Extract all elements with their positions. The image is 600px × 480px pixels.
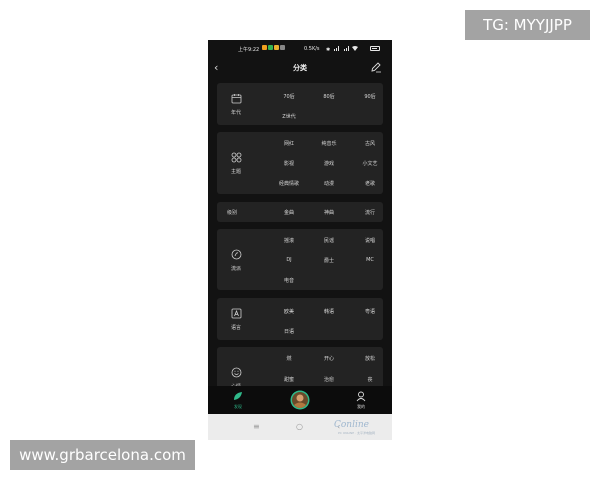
- option-mood-2[interactable]: 开心: [309, 355, 349, 362]
- card-label-theme: 主题: [230, 169, 241, 175]
- watermark-top-right: TG: MYYJJPP: [465, 10, 590, 40]
- option-mood-3[interactable]: 放松: [350, 355, 390, 362]
- option-mood-6[interactable]: 丧: [350, 376, 390, 383]
- home-nav-icon[interactable]: ○: [296, 422, 303, 431]
- card-header-genre: 流派: [217, 229, 255, 290]
- option-mood-4[interactable]: 甜蜜: [269, 376, 309, 383]
- option-theme-8[interactable]: 动漫: [309, 180, 349, 187]
- category-card-level: 级别 金曲 神曲 流行: [217, 202, 383, 222]
- language-icon: [231, 308, 242, 319]
- category-card-mood: 心情 燃 开心 放松 甜蜜 治愈 丧: [217, 347, 383, 386]
- option-era-1[interactable]: 70后: [269, 93, 309, 100]
- category-card-genre: 流派 摇滚 民谣 说唱 DJ 爵士 MC 电音: [217, 229, 383, 290]
- category-card-theme: 主题 网红 纯音乐 古风 影视 游戏 小文艺 经典情歌 动漫 老歌: [217, 132, 383, 194]
- back-chevron-icon[interactable]: ‹: [214, 61, 224, 75]
- network-speed: 0.5K/s: [304, 46, 320, 52]
- option-level-3[interactable]: 流行: [350, 209, 390, 216]
- option-genre-3[interactable]: 说唱: [350, 237, 390, 244]
- tab-label-mine: 我的: [357, 404, 365, 409]
- option-theme-4[interactable]: 影视: [269, 160, 309, 167]
- option-era-4[interactable]: Z世代: [269, 113, 309, 120]
- phone-screen: 上午9:22 0.5K/s ✱ ‹ 分类 年代 70后 80后 90后 Z世代 …: [208, 40, 392, 440]
- option-language-2[interactable]: 韩语: [309, 308, 349, 315]
- bottom-tab-bar: 发现 我的: [208, 386, 392, 414]
- option-theme-9[interactable]: 老歌: [350, 180, 390, 187]
- signal-wifi-icons: ✱: [326, 46, 358, 52]
- calendar-icon: [231, 94, 242, 104]
- option-genre-7[interactable]: 电音: [269, 277, 309, 284]
- now-playing-button[interactable]: [280, 386, 320, 414]
- card-header-mood: 心情: [217, 347, 255, 386]
- screenshot-canvas: TG: MYYJJPP 上午9:22 0.5K/s ✱ ‹ 分类 年代 70后 …: [0, 0, 600, 480]
- card-label-genre: 流派: [230, 266, 241, 272]
- option-mood-1[interactable]: 燃: [269, 355, 309, 362]
- option-language-1[interactable]: 欧美: [269, 308, 309, 315]
- status-bar: 上午9:22 0.5K/s ✱: [208, 40, 392, 58]
- card-header-theme: 主题: [217, 132, 255, 194]
- smiley-icon: [231, 367, 242, 378]
- app-notification-icon: [262, 45, 267, 50]
- discover-leaf-icon: [234, 392, 242, 400]
- category-card-language: 语言 欧美 韩语 粤语 日语: [217, 298, 383, 340]
- option-era-2[interactable]: 80后: [309, 93, 349, 100]
- option-genre-1[interactable]: 摇滚: [269, 237, 309, 244]
- option-language-4[interactable]: 日语: [269, 328, 309, 335]
- edit-pencil-icon[interactable]: [370, 61, 382, 73]
- option-theme-3[interactable]: 古风: [350, 140, 390, 147]
- option-theme-1[interactable]: 网红: [269, 140, 309, 147]
- card-label-era: 年代: [230, 110, 241, 116]
- option-genre-4[interactable]: DJ: [269, 257, 309, 263]
- option-era-3[interactable]: 90后: [350, 93, 390, 100]
- page-title: 分类: [293, 64, 307, 72]
- pconline-watermark-logo: Conline: [334, 420, 369, 430]
- user-profile-icon: [356, 391, 366, 402]
- option-genre-6[interactable]: MC: [350, 257, 390, 263]
- option-theme-7[interactable]: 经典情歌: [269, 180, 309, 187]
- option-theme-6[interactable]: 小文艺: [350, 160, 390, 167]
- option-mood-5[interactable]: 治愈: [309, 376, 349, 383]
- tab-discover[interactable]: 发现: [218, 386, 258, 414]
- card-label-language: 语言: [230, 325, 241, 331]
- category-list: 年代 70后 80后 90后 Z世代 主题 网红 纯音乐 古风 影视 游戏 小文…: [208, 80, 392, 386]
- card-header-era: 年代: [217, 83, 255, 125]
- option-theme-2[interactable]: 纯音乐: [309, 140, 349, 147]
- notification-icons: [262, 45, 285, 50]
- genre-disc-icon: [231, 249, 242, 260]
- wechat-notification-icon: [268, 45, 273, 50]
- option-language-3[interactable]: 粤语: [350, 308, 390, 315]
- battery-icon: [370, 46, 380, 51]
- tab-mine[interactable]: 我的: [341, 386, 381, 414]
- top-nav-bar: ‹ 分类: [208, 58, 392, 80]
- svg-text:✱: ✱: [326, 47, 331, 52]
- app-notification-icon: [274, 45, 279, 50]
- system-navigation-bar: ≡ ○ ‹ Conline PC ONLINE · 太平洋电脑网: [208, 414, 392, 440]
- option-level-2[interactable]: 神曲: [309, 209, 349, 216]
- option-level-1[interactable]: 金曲: [269, 209, 309, 216]
- card-label-level: 级别: [227, 210, 238, 216]
- pconline-watermark-subtitle: PC ONLINE · 太平洋电脑网: [338, 431, 376, 435]
- status-time: 上午9:22: [238, 47, 260, 53]
- tab-label-discover: 发现: [234, 404, 242, 409]
- option-genre-2[interactable]: 民谣: [309, 237, 349, 244]
- more-notifications-icon: [280, 45, 285, 50]
- watermark-bottom-left: www.grbarcelona.com: [10, 440, 195, 470]
- menu-nav-icon[interactable]: ≡: [253, 422, 260, 431]
- option-genre-5[interactable]: 爵士: [309, 257, 349, 264]
- theme-grid-icon: [231, 152, 242, 163]
- card-header-language: 语言: [217, 298, 255, 340]
- album-cover-avatar: [290, 390, 310, 410]
- category-card-era: 年代 70后 80后 90后 Z世代: [217, 83, 383, 125]
- option-theme-5[interactable]: 游戏: [309, 160, 349, 167]
